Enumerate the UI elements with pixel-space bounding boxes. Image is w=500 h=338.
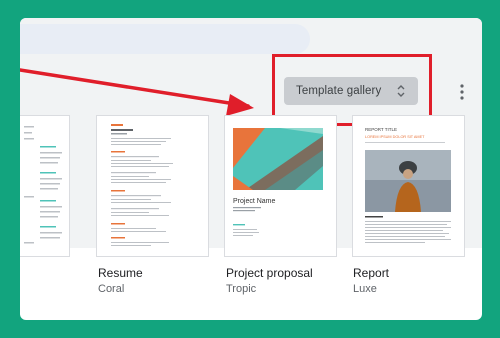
- template-thumbnail-partial[interactable]: [20, 115, 70, 257]
- proposal-heading: Project Name: [233, 198, 276, 205]
- document-preview: [24, 126, 62, 244]
- proposal-preview: Project Name: [233, 128, 323, 236]
- template-title-report[interactable]: Report: [353, 266, 389, 280]
- template-subtitle-coral: Coral: [98, 283, 125, 295]
- more-vert-icon[interactable]: [460, 84, 464, 100]
- template-title-resume[interactable]: Resume: [98, 266, 143, 280]
- template-title-project-proposal[interactable]: Project proposal: [226, 266, 313, 280]
- template-thumbnail-report[interactable]: REPORT TITLE LOREM IPSUM DOLOR SIT AMET: [352, 115, 465, 257]
- report-preview: REPORT TITLE LOREM IPSUM DOLOR SIT AMET: [365, 127, 451, 243]
- template-subtitle-luxe: Luxe: [353, 283, 377, 295]
- resume-preview: [111, 124, 173, 246]
- docs-template-panel: Template gallery Project Name REPORT TIT…: [20, 18, 482, 320]
- report-heading: REPORT TITLE: [365, 127, 397, 132]
- search-bar[interactable]: [20, 24, 310, 54]
- template-thumbnail-project-proposal[interactable]: Project Name: [224, 115, 337, 257]
- report-subheading: LOREM IPSUM DOLOR SIT AMET: [365, 135, 425, 139]
- template-thumbnail-resume[interactable]: [96, 115, 209, 257]
- template-subtitle-tropic: Tropic: [226, 283, 257, 295]
